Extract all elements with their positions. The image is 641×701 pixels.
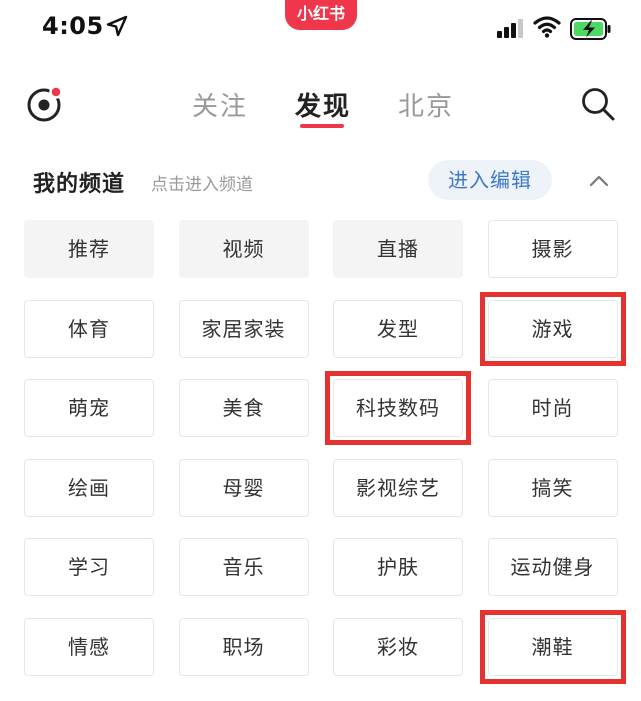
section-hint: 点击进入频道: [151, 175, 253, 195]
channel-chip[interactable]: 萌宠: [24, 379, 154, 437]
channel-chip[interactable]: 视频: [178, 220, 309, 278]
active-tab-indicator: [300, 124, 344, 128]
tab-discover[interactable]: 发现: [295, 86, 351, 123]
channel-chip[interactable]: 家居家装: [178, 299, 309, 358]
top-nav: 关注 发现 北京: [0, 64, 641, 140]
edit-channels-button[interactable]: 进入编辑: [428, 160, 552, 200]
status-time: 4:05: [42, 12, 104, 40]
channel-chip[interactable]: 职场: [178, 617, 309, 676]
location-arrow-icon: [106, 15, 128, 37]
channel-chip[interactable]: 摄影: [487, 220, 618, 278]
section-title: 我的频道: [33, 172, 126, 197]
channel-chip[interactable]: 科技数码: [333, 379, 463, 437]
channel-chip[interactable]: 绘画: [24, 458, 154, 517]
channel-chip[interactable]: 学习: [24, 538, 154, 596]
app-badge: 小红书: [285, 0, 357, 30]
channel-chip[interactable]: 时尚: [487, 379, 618, 437]
channel-chip[interactable]: 直播: [333, 220, 463, 278]
channel-header: 我的频道 点击进入频道 进入编辑: [0, 156, 641, 206]
channel-chip[interactable]: 护肤: [333, 538, 463, 596]
channel-chip[interactable]: 游戏: [487, 299, 618, 358]
channel-chip[interactable]: 影视综艺: [333, 458, 463, 517]
status-bar: 4:05 小红书: [0, 0, 641, 56]
channel-chip[interactable]: 潮鞋: [487, 617, 618, 676]
channel-chip[interactable]: 美食: [178, 379, 309, 437]
channel-chip[interactable]: 母婴: [178, 458, 309, 517]
chevron-up-icon[interactable]: [588, 170, 610, 192]
cellular-signal-icon: [497, 19, 523, 38]
explore-orbit-icon[interactable]: [25, 84, 65, 124]
channel-chip[interactable]: 运动健身: [487, 538, 618, 596]
battery-charging-icon: [570, 18, 611, 40]
channel-chip[interactable]: 彩妆: [333, 617, 463, 676]
channel-chip[interactable]: 推荐: [24, 220, 154, 278]
channel-chip[interactable]: 体育: [24, 299, 154, 358]
channel-chip[interactable]: 发型: [333, 299, 463, 358]
tab-follow[interactable]: 关注: [192, 86, 248, 123]
channel-chip[interactable]: 音乐: [178, 538, 309, 596]
search-icon[interactable]: [580, 86, 616, 122]
channel-chip[interactable]: 情感: [24, 617, 154, 676]
wifi-icon: [533, 16, 561, 38]
tab-city[interactable]: 北京: [398, 86, 454, 123]
channel-chip[interactable]: 搞笑: [487, 458, 618, 517]
